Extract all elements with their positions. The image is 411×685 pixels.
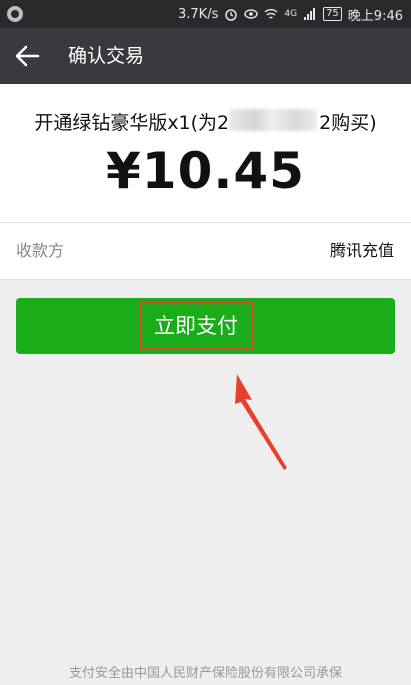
annotation-arrow-icon (235, 374, 287, 470)
payee-label: 收款方 (16, 241, 65, 260)
signal-type: 4G (284, 9, 298, 19)
title-bar: 确认交易 (0, 28, 411, 84)
pay-now-button[interactable]: 立即支付 (16, 298, 395, 354)
eye-icon (244, 9, 259, 19)
order-summary: 开通绿钻豪华版x1(为2 2购买) ¥10.45 (0, 84, 411, 222)
product-description: 开通绿钻豪华版x1(为2 2购买) (0, 108, 411, 135)
product-suffix: 2购买) (319, 112, 377, 134)
pay-now-highlight: 立即支付 (139, 302, 253, 350)
pay-now-label: 立即支付 (154, 314, 238, 338)
payment-amount: ¥10.45 (106, 142, 305, 200)
product-prefix: 开通绿钻豪华版x1(为2 (34, 112, 230, 134)
back-arrow-icon[interactable] (14, 44, 40, 68)
redacted-account (229, 109, 317, 131)
network-speed: 3.7K/s (178, 6, 219, 22)
insurance-note: 支付安全由中国人民财产保险股份有限公司承保 (68, 666, 342, 681)
clock: 晚上9:46 (347, 8, 403, 24)
app-notification-icon (7, 6, 23, 22)
status-bar: 3.7K/s 4G 75 晚上9:46 (0, 0, 411, 28)
battery-level: 75 (323, 7, 342, 21)
payee-value: 腾讯充值 (329, 241, 394, 260)
wifi-icon (264, 9, 278, 19)
payee-row: 收款方 腾讯充值 (0, 222, 411, 280)
signal-bars-icon (304, 8, 316, 20)
alarm-icon (225, 9, 238, 21)
page-title: 确认交易 (68, 45, 145, 67)
